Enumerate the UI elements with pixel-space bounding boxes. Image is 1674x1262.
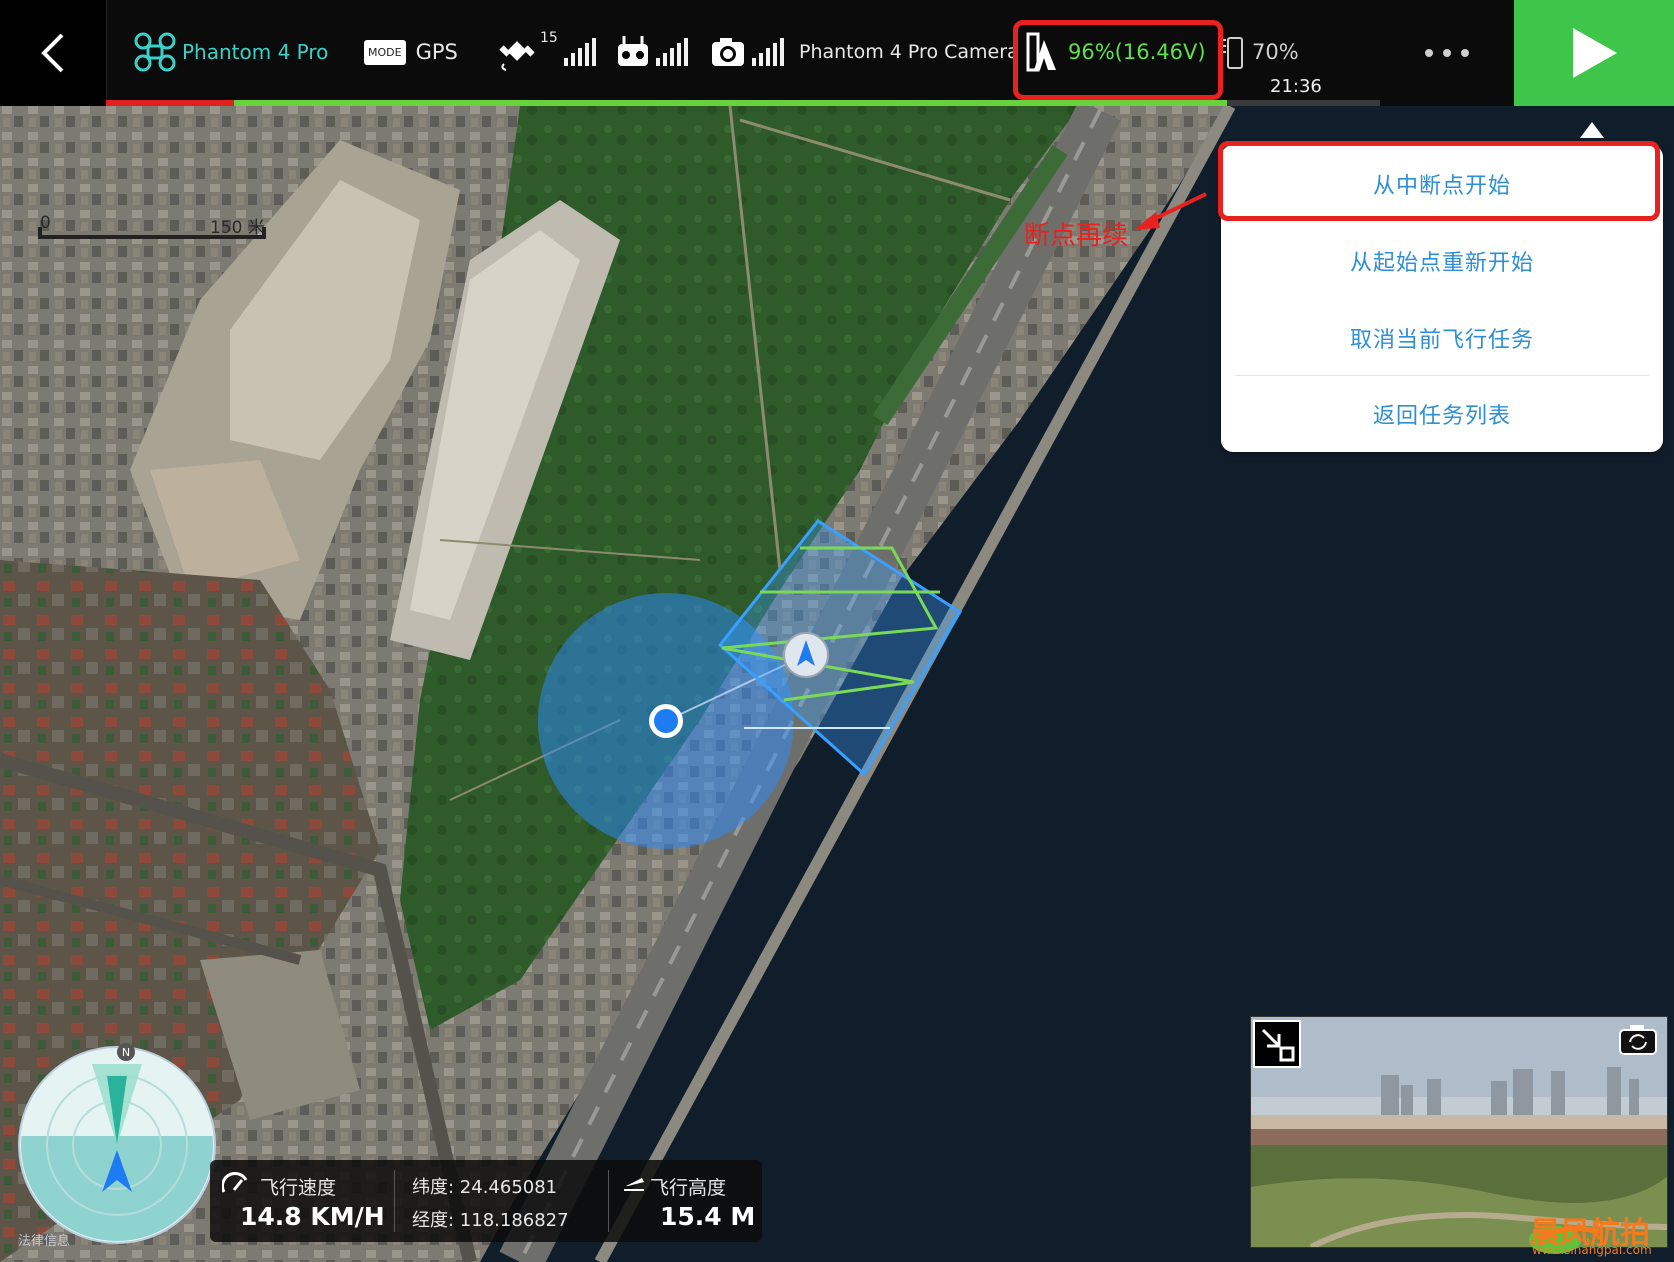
- video-signal-icon: [752, 38, 784, 66]
- camera-name-label: Phantom 4 Pro Camera: [799, 41, 1019, 63]
- device-battery-value: 70%: [1252, 40, 1299, 64]
- telemetry-divider: [608, 1170, 609, 1232]
- expand-preview-button[interactable]: [1253, 1020, 1301, 1068]
- battery-highlight-box: [1013, 20, 1223, 100]
- satellite-count: 15: [540, 30, 558, 46]
- camera-switch-icon: [1619, 1025, 1657, 1055]
- switch-camera-button[interactable]: [1616, 1022, 1660, 1058]
- mission-progress-bar: [106, 100, 1380, 106]
- remote-controller-icon: [618, 36, 648, 66]
- speed-label: 飞行速度: [260, 1177, 337, 1199]
- start-mission-button[interactable]: [1514, 0, 1674, 106]
- aircraft-name: Phantom 4 Pro: [182, 40, 329, 64]
- speed-cell: 飞行速度 14.8 KM/H: [210, 1160, 392, 1242]
- home-point-marker: [649, 704, 683, 738]
- expand-icon: [1261, 1028, 1295, 1062]
- altitude-icon: [624, 1178, 644, 1191]
- popup-caret: [1580, 122, 1604, 138]
- latitude-label: 纬度: 24.465081: [412, 1177, 558, 1198]
- menu-divider: [1235, 375, 1649, 376]
- camera-name[interactable]: Phantom 4 Pro Camera: [799, 30, 1019, 74]
- telemetry-divider: [394, 1170, 395, 1232]
- menu-item-restart-from-start[interactable]: 从起始点重新开始: [1221, 225, 1663, 297]
- back-button[interactable]: [0, 0, 107, 106]
- aircraft-marker: [783, 632, 829, 678]
- mode-value: GPS: [415, 40, 458, 64]
- progress-segment-done: [106, 100, 234, 106]
- satellite-icon: [499, 41, 535, 71]
- video-link-status[interactable]: [710, 30, 784, 74]
- menu-item-back-to-list[interactable]: 返回任务列表: [1221, 378, 1663, 450]
- flight-time: 21:36: [1270, 76, 1322, 97]
- mode-badge: MODE: [364, 39, 406, 65]
- compass-north-label: N: [122, 1046, 130, 1059]
- chevron-left-icon: [41, 33, 64, 73]
- speed-value: 14.8 KM/H: [240, 1202, 385, 1231]
- annotation-label: 断点再续: [1024, 221, 1129, 251]
- flight-mode-status[interactable]: MODE GPS: [364, 30, 458, 74]
- telemetry-panel: 飞行速度 14.8 KM/H 纬度: 24.465081 经度: 118.186…: [210, 1160, 762, 1242]
- camera-icon: [712, 38, 744, 66]
- coordinates-cell: 纬度: 24.465081 经度: 118.186827: [396, 1160, 616, 1242]
- speed-icon: [222, 1172, 248, 1193]
- remote-signal-status[interactable]: [616, 30, 688, 74]
- aircraft-status[interactable]: Phantom 4 Pro: [134, 30, 328, 74]
- map-attribution[interactable]: 法律信息: [18, 1230, 70, 1249]
- gps-signal-icon: [563, 38, 596, 66]
- altitude-value: 15.4 M: [660, 1202, 756, 1231]
- altitude-label: 飞行高度: [650, 1177, 727, 1199]
- attitude-compass[interactable]: N: [12, 1040, 222, 1250]
- annotation-arrow: [1134, 192, 1207, 230]
- scale-bar: 0 150 米: [38, 213, 268, 243]
- top-status-bar: Phantom 4 Pro MODE GPS 15 Phantom 4 Pro …: [0, 0, 1674, 106]
- resume-highlight-box: [1218, 141, 1660, 221]
- play-icon: [1573, 28, 1617, 78]
- watermark-url: www.sinangpai.com: [1532, 1243, 1652, 1257]
- device-battery-status[interactable]: 70%: [1220, 30, 1299, 74]
- rc-signal-icon: [656, 38, 688, 66]
- progress-segment-current: [234, 100, 1227, 106]
- drone-icon: [134, 32, 176, 72]
- longitude-label: 经度: 118.186827: [412, 1210, 569, 1231]
- more-options-button[interactable]: [1380, 0, 1514, 106]
- altitude-cell: 飞行高度 15.4 M: [610, 1160, 762, 1242]
- menu-item-cancel-mission[interactable]: 取消当前飞行任务: [1221, 302, 1663, 374]
- gps-status[interactable]: 15: [498, 30, 596, 74]
- ellipsis-icon: [1420, 49, 1474, 57]
- rc-battery-icon: [1222, 37, 1243, 69]
